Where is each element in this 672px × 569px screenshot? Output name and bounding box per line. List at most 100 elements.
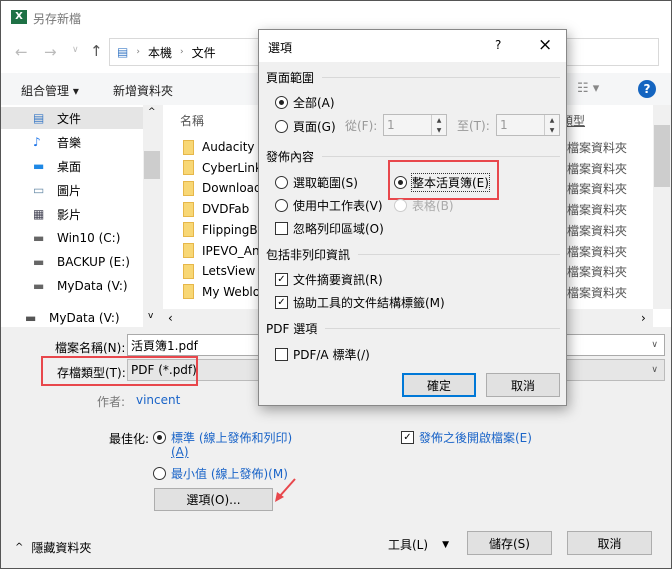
save-button[interactable]: 儲存(S) [467,531,552,555]
spinner-arrows-icon[interactable]: ▲ ▼ [431,115,446,135]
page-range-pages-radio[interactable]: 頁面(G) [275,118,336,135]
up-icon[interactable]: ↑ [90,42,103,60]
pages-label: 頁面(G) [293,120,336,134]
doc-properties-checkbox[interactable]: ✓ 文件摘要資訊(R) [275,271,383,288]
section-include-non-printing: 包括非列印資訊 [266,246,560,263]
pdfa-label: PDF/A 標準(/) [293,348,370,362]
to-label: 至(T): [457,119,490,133]
nav-item-label: MyData (V:) [49,311,120,325]
scroll-right-icon[interactable]: › [641,311,646,325]
help-icon[interactable]: ? [638,80,656,98]
breadcrumb-documents[interactable]: 文件 [192,44,216,61]
dialog-cancel-button[interactable]: 取消 [486,373,560,397]
pdfa-checkbox[interactable]: PDF/A 標準(/) [275,346,370,363]
chevron-down-icon[interactable]: ∨ [651,340,658,350]
nav-item[interactable]: ▦ 影片 [1,203,143,225]
close-icon[interactable]: × [538,35,552,55]
nav-item[interactable]: ▭ 圖片 [1,179,143,201]
item-name: FlippingBo [202,222,265,237]
nav-scrollbar[interactable]: ^ v [143,105,161,327]
dialog-title: 選項 [268,41,293,55]
chevron-down-icon[interactable]: ∨ [651,365,658,375]
drive-icon: ▬ [33,279,45,293]
nav-item[interactable]: ♪ 音樂 [1,131,143,153]
recent-dropdown-icon[interactable]: ∨ [72,45,79,55]
list-item[interactable]: My Weblo [183,282,260,302]
nav-item[interactable]: ▬ Win10 (C:) [1,227,143,249]
checkmark-icon: ✓ [401,431,414,444]
forward-icon[interactable]: → [44,43,57,61]
spinner-arrows-icon[interactable]: ▲ ▼ [544,115,559,135]
chevron-right-icon: › [179,47,184,57]
selection-radio[interactable]: 選取範圍(S) [275,174,358,191]
document-icon: ▤ [117,45,129,59]
hide-folders-toggle[interactable]: ^ 隱藏資料夾 [15,539,91,556]
checkbox-empty [275,348,288,361]
optimize-label: 最佳化: [109,432,150,446]
scroll-up-icon[interactable]: ^ [148,107,156,117]
scroll-thumb[interactable] [654,125,670,187]
options-button[interactable]: 選項(O)... [154,488,273,511]
doc-structure-tags-checkbox[interactable]: ✓ 協助工具的文件結構標籤(M) [275,294,445,311]
new-folder-button[interactable]: 新增資料夾 [113,82,173,99]
to-value: 1 [500,118,508,132]
organize-button[interactable]: 組合管理 ▾ [21,82,79,99]
section-page-range: 頁面範圍 [266,69,560,86]
ok-button[interactable]: 確定 [402,373,476,397]
tools-label: 工具(L) [388,538,429,552]
list-item[interactable]: Audacity [183,137,255,157]
hide-folders-label: 隱藏資料夾 [31,541,92,555]
nav-item-label: BACKUP (E:) [57,255,130,269]
item-type: 檔案資料夾 [567,182,628,197]
item-name: My Weblo [202,284,261,299]
all-label: 全部(A) [293,96,335,110]
author-value[interactable]: vincent [136,393,180,407]
item-name: DVDFab [202,202,250,217]
list-item[interactable]: DVDFab [183,199,249,219]
caret-down-icon: ▼ [442,539,449,550]
cancel-button[interactable]: 取消 [567,531,652,555]
filename-value: 活頁簿1.pdf [131,338,198,353]
list-item[interactable]: IPEVO_Ann [183,241,267,261]
highlight-entire-workbook [388,160,499,200]
scroll-left-icon[interactable]: ‹ [168,311,173,325]
item-name: LetsView [202,264,256,279]
to-spinner[interactable]: 1 ▲ ▼ [496,114,560,136]
excel-icon: X [11,10,27,24]
list-item[interactable]: FlippingBo [183,220,265,240]
back-icon[interactable]: ← [15,43,28,61]
active-sheets-radio[interactable]: 使用中工作表(V) [275,197,383,214]
radio-selected [275,96,288,109]
nav-item-label: 桌面 [57,159,82,174]
scroll-thumb[interactable] [144,151,160,179]
optimize-minimum-radio[interactable]: 最小值 (線上發佈)(M) [153,465,288,482]
folder-icon [183,263,194,279]
nav-item-label: 文件 [57,111,82,126]
page-range-all-radio[interactable]: 全部(A) [275,94,335,111]
scroll-down-icon[interactable]: v [148,311,153,321]
list-item[interactable]: CyberLink [183,158,262,178]
nav-item[interactable]: ▬ BACKUP (E:) [1,251,143,273]
view-options-icon[interactable]: ☷ ▾ [577,81,599,96]
item-name: Download [202,181,262,196]
breadcrumb-this-pc[interactable]: 本機 [148,44,172,61]
ignore-print-areas-checkbox[interactable]: 忽略列印區域(O) [275,220,384,237]
from-spinner[interactable]: 1 ▲ ▼ [383,114,447,136]
list-item[interactable]: Download [183,178,262,198]
search-box[interactable] [567,38,659,66]
open-after-publish-checkbox[interactable]: ✓ 發佈之後開啟檔案(E) [401,429,532,446]
nav-item[interactable]: ▬ MyData (V:) [1,307,143,329]
optimize-standard-radio[interactable]: 標準 (線上發佈和列印) [153,429,292,446]
nav-item[interactable]: ▤ 文件 [1,107,143,129]
nav-item[interactable]: ▬ MyData (V:) [1,275,143,297]
drive-icon: ▬ [33,231,45,245]
list-item[interactable]: LetsView [183,261,255,281]
column-header-name[interactable]: 名稱 [180,112,204,129]
help-icon[interactable]: ? [495,38,501,52]
tools-menu[interactable]: 工具(L) ▼ [388,536,449,553]
drive-icon: ▬ [33,255,45,269]
list-scrollbar[interactable] [653,105,671,309]
selection-label: 選取範圍(S) [293,176,358,190]
nav-item[interactable]: ▬ 桌面 [1,155,143,177]
videos-icon: ▦ [33,207,45,221]
